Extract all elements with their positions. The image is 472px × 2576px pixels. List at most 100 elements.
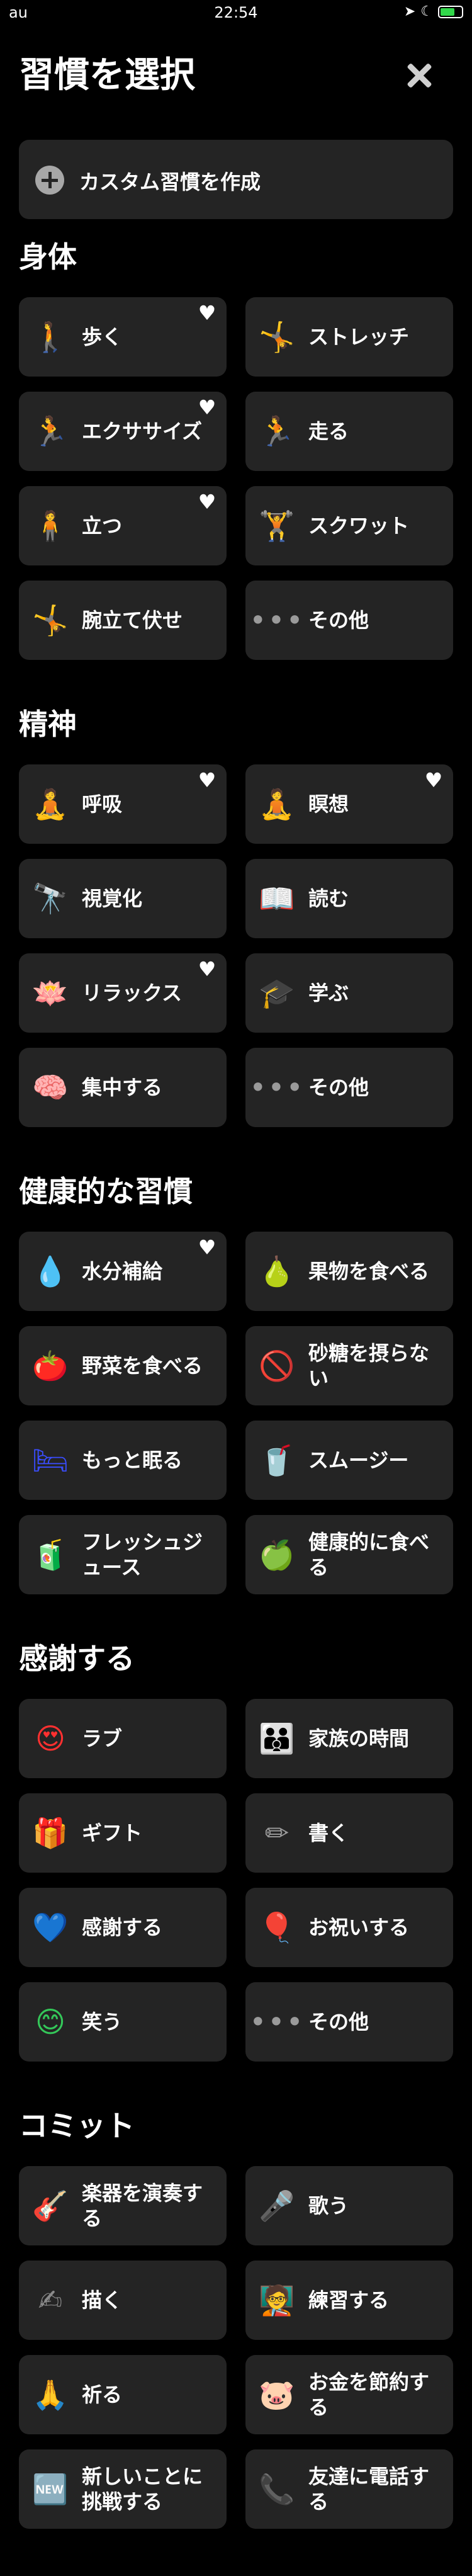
habit-card-label: 練習する bbox=[308, 2288, 390, 2312]
habit-card[interactable]: 🆕 新しいことに挑戦する bbox=[19, 2449, 227, 2529]
walking-person-icon: 🚶 bbox=[32, 320, 69, 354]
practice-icon: 🧑‍🏫 bbox=[259, 2283, 295, 2317]
favorite-heart-icon[interactable]: ♥ bbox=[423, 769, 444, 791]
more-icon: ••• bbox=[249, 603, 305, 637]
section-title: コミット bbox=[19, 2109, 135, 2143]
favorite-heart-icon[interactable]: ♥ bbox=[196, 769, 218, 791]
blender-icon: 🥤 bbox=[259, 1443, 295, 1477]
family-icon: 👪 bbox=[259, 1722, 295, 1756]
habit-card-label: その他 bbox=[308, 608, 369, 632]
habit-card-label: 感謝する bbox=[82, 1915, 163, 1939]
habit-card[interactable]: 🧃 フレッシュジュース bbox=[19, 1515, 227, 1594]
habit-card-label: フレッシュジュース bbox=[82, 1530, 203, 1579]
favorite-heart-icon[interactable]: ♥ bbox=[196, 1237, 218, 1258]
breath-icon: 🧘 bbox=[32, 787, 69, 821]
habit-card[interactable]: 😊 笑う bbox=[19, 1982, 227, 2062]
guitar-icon: 🎸 bbox=[32, 2189, 69, 2223]
sing-icon: 🎤 bbox=[259, 2189, 295, 2223]
habit-card-label: もっと眠る bbox=[82, 1448, 183, 1472]
close-icon[interactable] bbox=[404, 60, 434, 91]
habit-card-label: 友達に電話する bbox=[308, 2465, 430, 2514]
section-title: 精神 bbox=[19, 707, 77, 741]
praying-hands-icon: 🙏 bbox=[32, 2378, 69, 2412]
bed-icon: 🛏 bbox=[31, 1443, 69, 1477]
habit-card-label: 家族の時間 bbox=[308, 1727, 410, 1750]
habit-card[interactable]: 💧 水分補給 ♥ bbox=[19, 1232, 227, 1311]
meditation-icon: 🧘 bbox=[259, 787, 295, 821]
habit-card-label: 集中する bbox=[82, 1075, 163, 1099]
habit-card-label: 砂糖を摂らない bbox=[308, 1341, 430, 1390]
habit-card[interactable]: 👪 家族の時間 bbox=[245, 1699, 453, 1778]
balloons-icon: 🎈 bbox=[259, 1910, 295, 1944]
habit-card[interactable]: 🏃 エクササイズ ♥ bbox=[19, 392, 227, 471]
favorite-heart-icon[interactable]: ♥ bbox=[196, 491, 218, 513]
pear-icon: 🍐 bbox=[259, 1254, 295, 1288]
create-custom-habit-button[interactable]: カスタム習慣を作成 bbox=[19, 140, 453, 219]
habit-card[interactable]: 🔭 視覚化 bbox=[19, 859, 227, 938]
favorite-heart-icon[interactable]: ♥ bbox=[196, 958, 218, 980]
habit-card[interactable]: 🧘 呼吸 ♥ bbox=[19, 764, 227, 844]
habit-card-label: 腕立て伏せ bbox=[82, 608, 183, 632]
habit-card[interactable]: 🏋 スクワット bbox=[245, 486, 453, 565]
habit-card[interactable]: 🍐 果物を食べる bbox=[245, 1232, 453, 1311]
favorite-heart-icon[interactable]: ♥ bbox=[196, 397, 218, 418]
habit-card[interactable]: 🎸 楽器を演奏する bbox=[19, 2166, 227, 2245]
habit-card[interactable]: 🍏 健康的に食べる bbox=[245, 1515, 453, 1594]
habit-card[interactable]: 😍 ラブ bbox=[19, 1699, 227, 1778]
favorite-heart-icon[interactable]: ♥ bbox=[196, 302, 218, 324]
habit-card-label: 歌う bbox=[308, 2194, 349, 2218]
draw-hand-icon: ✍ bbox=[38, 2283, 63, 2317]
habit-card[interactable]: 🎁 ギフト bbox=[19, 1793, 227, 1873]
habit-card-label: 書く bbox=[308, 1821, 349, 1845]
exercise-icon: 🏃 bbox=[32, 414, 69, 448]
habit-card[interactable]: 🧠 集中する bbox=[19, 1048, 227, 1127]
habit-card[interactable]: ••• その他 bbox=[245, 1048, 453, 1127]
habit-card[interactable]: ••• その他 bbox=[245, 581, 453, 660]
location-icon: ➤ bbox=[403, 4, 416, 20]
habit-card[interactable]: 🎓 学ぶ bbox=[245, 953, 453, 1033]
habit-card[interactable]: 🥤 スムージー bbox=[245, 1421, 453, 1500]
habit-card[interactable]: 🍅 野菜を食べる bbox=[19, 1326, 227, 1405]
habit-card[interactable]: 🧑‍🏫 練習する bbox=[245, 2261, 453, 2340]
habit-card[interactable]: 🤸 腕立て伏せ bbox=[19, 581, 227, 660]
habit-card[interactable]: 🤸 ストレッチ bbox=[245, 297, 453, 377]
create-custom-habit-label: カスタム習慣を作成 bbox=[79, 170, 261, 194]
love-face-icon: 😍 bbox=[35, 1722, 65, 1756]
brain-head-icon: 🧠 bbox=[32, 1070, 69, 1104]
habit-card-label: 野菜を食べる bbox=[82, 1354, 203, 1378]
habit-card-label: その他 bbox=[308, 1075, 369, 1099]
habit-card[interactable]: 🧘 瞑想 ♥ bbox=[245, 764, 453, 844]
habit-card[interactable]: 🧍 立つ ♥ bbox=[19, 486, 227, 565]
habit-card[interactable]: 🙏 祈る bbox=[19, 2355, 227, 2434]
stretch-icon: 🤸 bbox=[259, 320, 295, 354]
pushup-icon: 🤸 bbox=[32, 603, 69, 637]
reading-icon: 📖 bbox=[259, 882, 295, 916]
habit-card-label: 視覚化 bbox=[82, 887, 143, 911]
habit-card-label: ギフト bbox=[82, 1821, 143, 1845]
habit-card-label: お金を節約する bbox=[308, 2370, 430, 2419]
habit-card[interactable]: 🛏 もっと眠る bbox=[19, 1421, 227, 1500]
habit-card[interactable]: 🎤 歌う bbox=[245, 2166, 453, 2245]
habit-card-label: 描く bbox=[82, 2288, 123, 2312]
habit-card[interactable]: 🪷 リラックス ♥ bbox=[19, 953, 227, 1033]
habit-card[interactable]: 🎈 お祝いする bbox=[245, 1888, 453, 1967]
habit-card-label: お祝いする bbox=[308, 1915, 410, 1939]
gift-icon: 🎁 bbox=[32, 1816, 69, 1850]
more-icon: ••• bbox=[249, 1070, 305, 1104]
habit-card-label: 新しいことに挑戦する bbox=[82, 2465, 203, 2514]
habit-card[interactable]: ✍ 描く bbox=[19, 2261, 227, 2340]
battery-icon bbox=[438, 5, 463, 18]
habit-card[interactable]: 🏃 走る bbox=[245, 392, 453, 471]
habit-card-label: ストレッチ bbox=[308, 325, 410, 349]
habit-card-label: 楽器を演奏する bbox=[82, 2181, 203, 2230]
apple-icon: 🍏 bbox=[259, 1538, 295, 1572]
habit-card[interactable]: ••• その他 bbox=[245, 1982, 453, 2062]
habit-card[interactable]: 💙 感謝する bbox=[19, 1888, 227, 1967]
habit-card[interactable]: 🚶 歩く ♥ bbox=[19, 297, 227, 377]
habit-card[interactable]: 🚫 砂糖を摂らない bbox=[245, 1326, 453, 1405]
habit-card[interactable]: ✏ 書く bbox=[245, 1793, 453, 1873]
habit-card[interactable]: 📞 友達に電話する bbox=[245, 2449, 453, 2529]
habit-card[interactable]: 📖 読む bbox=[245, 859, 453, 938]
habit-card[interactable]: 🐷 お金を節約する bbox=[245, 2355, 453, 2434]
habit-card-label: その他 bbox=[308, 2010, 369, 2034]
